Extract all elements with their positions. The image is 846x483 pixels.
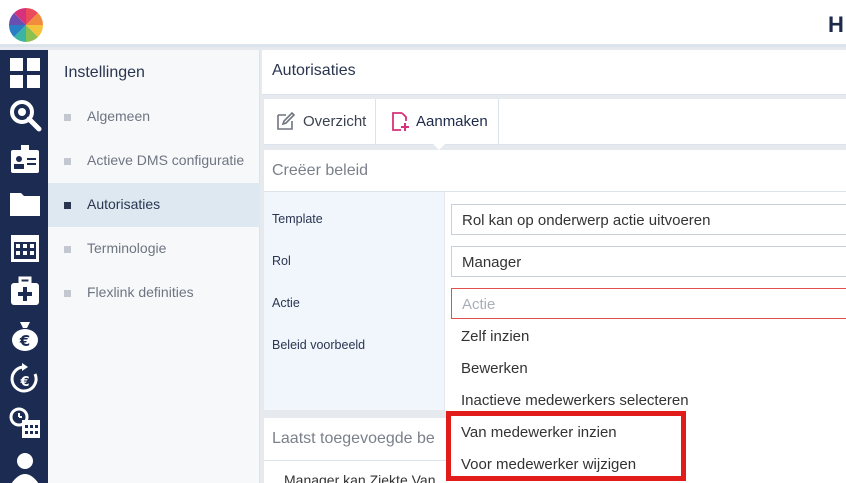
rol-label: Rol	[272, 254, 291, 268]
active-tab-caret	[432, 143, 446, 150]
recent-title: Laatst toegevoegde be	[272, 430, 435, 447]
calendar-icon[interactable]	[8, 230, 42, 264]
bullet-icon	[64, 246, 71, 253]
submenu-title: Instellingen	[64, 64, 145, 81]
list-item[interactable]: Manager kan Ziekte Van	[284, 472, 436, 483]
submenu-item-label: Terminologie	[87, 240, 167, 256]
submenu-item-flexlink-definities[interactable]: Flexlink definities	[48, 271, 260, 315]
medical-kit-icon[interactable]	[8, 274, 42, 308]
actie-placeholder: Actie	[462, 296, 496, 313]
page-title: Autorisaties	[272, 62, 356, 79]
page-header: Autorisaties	[262, 50, 846, 95]
dropdown-option-zelf-inzien[interactable]: Zelf inzien	[451, 320, 846, 352]
dashboard-icon[interactable]	[8, 56, 42, 90]
add-document-icon	[392, 112, 409, 131]
submenu-item-terminologie[interactable]: Terminologie	[48, 227, 260, 271]
edit-icon	[277, 111, 295, 130]
tab-aanmaken[interactable]: Aanmaken	[376, 99, 499, 144]
money-bag-icon[interactable]: €	[8, 318, 42, 352]
svg-text:€: €	[19, 375, 29, 390]
submenu-item-algemeen[interactable]: Algemeen	[48, 95, 260, 139]
bullet-icon	[64, 158, 71, 165]
tab-label: Aanmaken	[416, 113, 488, 130]
id-card-icon[interactable]	[8, 142, 42, 176]
settings-submenu: Instellingen Algemeen Actieve DMS config…	[48, 50, 260, 483]
rol-value: Manager	[462, 254, 522, 271]
template-label: Template	[272, 212, 323, 226]
svg-text:€: €	[19, 332, 30, 350]
dropdown-option-bewerken[interactable]: Bewerken	[451, 352, 846, 384]
main-nav-rail: € €	[0, 50, 48, 483]
submenu-item-label: Algemeen	[87, 108, 151, 124]
rol-select[interactable]: Manager	[451, 246, 846, 277]
top-bar: H	[0, 0, 846, 47]
submenu-item-actieve-dms-configuratie[interactable]: Actieve DMS configuratie	[48, 139, 260, 183]
option-label: Bewerken	[461, 360, 528, 377]
person-icon[interactable]	[8, 450, 42, 483]
option-label: Inactieve medewerkers selecteren	[461, 392, 689, 409]
template-value: Rol kan op onderwerp actie uitvoeren	[462, 212, 711, 229]
highlight-box	[446, 411, 686, 481]
app-logo[interactable]	[8, 7, 44, 43]
search-icon[interactable]	[8, 98, 42, 132]
time-schedule-icon[interactable]	[8, 406, 42, 440]
option-label: Zelf inzien	[461, 328, 530, 345]
submenu-item-label: Flexlink definities	[87, 284, 194, 300]
tab-bar: Overzicht Aanmaken	[264, 99, 846, 150]
beleid-voorbeeld-label: Beleid voorbeeld	[272, 338, 366, 352]
submenu-item-label: Autorisaties	[87, 196, 161, 212]
submenu-item-label: Actieve DMS configuratie	[87, 152, 245, 168]
app-title-fragment: H	[828, 12, 844, 37]
form-title: Creëer beleid	[272, 162, 369, 179]
bullet-icon	[64, 290, 71, 297]
submenu-item-autorisaties[interactable]: Autorisaties	[48, 183, 260, 227]
folder-icon[interactable]	[8, 186, 42, 220]
actie-label: Actie	[272, 296, 300, 310]
bullet-icon	[64, 114, 71, 121]
actie-select[interactable]: Actie	[451, 288, 846, 319]
template-select[interactable]: Rol kan op onderwerp actie uitvoeren	[451, 204, 846, 235]
tab-overzicht[interactable]: Overzicht	[264, 99, 376, 144]
tab-label: Overzicht	[303, 113, 367, 130]
bullet-icon	[64, 202, 71, 209]
euro-refresh-icon[interactable]: €	[8, 362, 42, 396]
